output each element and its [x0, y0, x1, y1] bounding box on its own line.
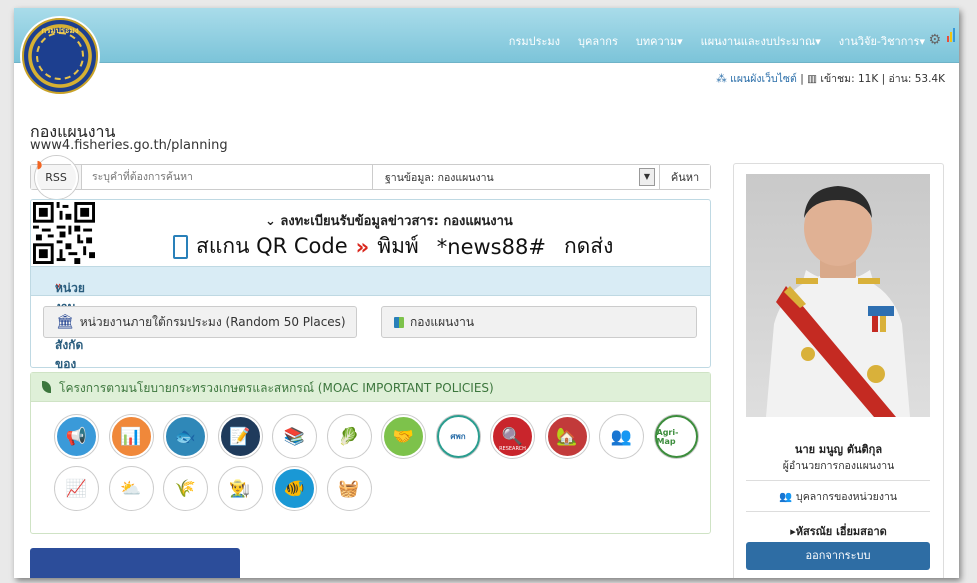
staff-link[interactable]: 👥 บุคลากรของหน่วยงาน [746, 480, 930, 512]
read-count: อ่าน: 53.4K [888, 73, 945, 85]
logo-text: กรมประมง [41, 26, 79, 35]
scan-text: สแกน QR Code [196, 234, 348, 258]
planning-unit-button[interactable]: กองแผนงาน [381, 306, 697, 338]
sitemap-link[interactable]: ⁂ แผนผังเว็บไซต์ [716, 73, 797, 85]
mobile-phone-icon [173, 234, 188, 259]
visit-count: เข้าชม: 11K [820, 73, 879, 85]
learning-center-icon[interactable]: 📚 [273, 415, 316, 458]
register-panel: ⌄ ลงทะเบียนรับข้อมูลข่าวสาร: กองแผนงาน ส… [30, 199, 711, 390]
department-logo[interactable]: กรมประมง [22, 18, 98, 94]
menu-item-articles[interactable]: บทความ▾ [636, 32, 683, 50]
produce-icon[interactable]: 🥬 [327, 415, 371, 458]
users-icon: 👥 [778, 490, 793, 503]
market-icon[interactable]: 🧺 [327, 467, 371, 510]
farmer-icon[interactable]: 👨‍🌾 [218, 467, 262, 510]
staff-label: บุคลากรของหน่วยงาน [796, 490, 898, 503]
director-name: นาย มนูญ ตันติกุล [794, 443, 883, 456]
menu-item-personnel[interactable]: บุคลากร [578, 32, 618, 50]
qr-code-icon [33, 202, 95, 264]
logout-button[interactable]: ออกจากระบบ [746, 542, 930, 570]
sms-code: *news88# [436, 234, 546, 259]
menu-label: บทความ [635, 35, 678, 48]
weather-icon[interactable]: ⛅ [109, 467, 153, 510]
director-card: นาย มนูญ ตันติกุล ผู้อำนวยการกองแผนงาน 👥… [733, 163, 944, 578]
register-heading-text: ลงทะเบียนรับข้อมูลข่าวสาร: กองแผนงาน [280, 214, 513, 229]
site-stats: ⁂ แผนผังเว็บไซต์ | ▥ เข้าชม: 11K | อ่าน:… [716, 70, 945, 87]
page-url: www4.fisheries.go.th/planning [30, 138, 228, 153]
dropdown-arrow-icon[interactable]: ▼ [639, 168, 655, 186]
sitemap-label: แผนผังเว็บไซต์ [730, 73, 797, 85]
print-text: พิมพ์ [377, 234, 419, 258]
fish-farm-icon[interactable]: 🐟 [164, 415, 207, 458]
growth-chart-icon[interactable]: 📊 [109, 415, 153, 458]
rss-button[interactable]: ◗ RSS [31, 155, 82, 199]
leaf-icon [42, 381, 51, 393]
register-heading: ⌄ ลงทะเบียนรับข้อมูลข่าวสาร: กองแผนงาน [265, 214, 513, 229]
handshake-icon[interactable]: 🤝 [382, 415, 425, 458]
menu-label: งานวิจัย-วิชาการ [838, 35, 920, 48]
policies-panel: โครงการตามนโยบายกระทรวงเกษตรและสหกรณ์ (M… [30, 372, 711, 534]
search-button[interactable]: ค้นหา [659, 165, 710, 189]
menu-label: แผนงานและงบประมาณ [700, 35, 816, 48]
planning-unit-label: กองแผนงาน [410, 314, 475, 329]
main-menu: กรมประมง บุคลากร บทความ▾ แผนงานและงบประม… [491, 32, 925, 50]
chevron-down-icon: ▾ [815, 35, 821, 48]
send-text: กดส่ง [563, 234, 614, 258]
research-label: RESEARCH [499, 446, 526, 452]
director-position: ผู้อำนวยการกองแผนงาน [782, 460, 895, 472]
field-icon[interactable]: 🌾 [164, 467, 207, 510]
cooperative-icon[interactable]: ศพก [436, 415, 480, 458]
rss-icon: ◗ [34, 155, 78, 199]
document-icon[interactable]: 📝 [218, 415, 262, 458]
search-input[interactable] [82, 165, 373, 189]
units-header: »หน่วยงานในสังกัดของเรา [31, 266, 710, 390]
top-navbar: กรมประมง บุคลากร บทความ▾ แผนงานและงบประม… [14, 8, 959, 63]
bottom-banner [30, 548, 240, 578]
qr-instructions: สแกน QR Code » พิมพ์ *news88# กดส่ง [173, 230, 613, 263]
double-chevron-right-icon: » [355, 234, 370, 259]
fish-icon[interactable]: 🐠 [273, 467, 316, 510]
database-value: ฐานข้อมูล: กองแผนงาน [385, 171, 494, 184]
megaphone-icon[interactable]: 📢 [55, 415, 98, 458]
farm-land-icon[interactable]: 🏡 [545, 415, 589, 458]
random-units-button[interactable]: 🏛 หน่วยงานภายใต้กรมประมง (Random 50 Plac… [43, 306, 357, 338]
bar-chart-icon[interactable] [947, 28, 957, 42]
chart-icon: ▥ [807, 73, 818, 85]
gear-icon[interactable]: ⚙ [928, 32, 941, 48]
logged-in-user: ▸หัสรณัย เอี่ยมสอาด [790, 525, 887, 538]
database-select[interactable]: ฐานข้อมูล: กองแผนงาน ▼ [373, 165, 659, 189]
policies-header: โครงการตามนโยบายกระทรวงเกษตรและสหกรณ์ (M… [31, 373, 710, 402]
presentation-icon[interactable]: 📈 [55, 467, 98, 510]
separator: | [881, 73, 886, 85]
separator: | [800, 73, 804, 85]
search-bar: ◗RSS ฐานข้อมูล: กองแผนงาน ▼ ค้นหา [30, 155, 711, 199]
chevron-down-icon: ▾ [919, 35, 925, 48]
book-icon [394, 316, 404, 328]
research-icon[interactable]: 🔍 RESEARCH [491, 415, 534, 458]
logo-emblem [36, 32, 84, 80]
random-units-label: หน่วยงานภายใต้กรมประมง (Random 50 Places… [79, 314, 346, 329]
policies-heading: โครงการตามนโยบายกระทรวงเกษตรและสหกรณ์ (M… [59, 381, 494, 395]
agri-map-icon[interactable]: Agri-Map [654, 415, 698, 458]
menu-item-research[interactable]: งานวิจัย-วิชาการ▾ [839, 32, 925, 50]
menu-item-plans-budget[interactable]: แผนงานและงบประมาณ▾ [701, 32, 821, 50]
director-photo [746, 174, 930, 417]
institution-icon: 🏛 [56, 314, 74, 330]
portrait-image [766, 186, 910, 417]
menu-item-department[interactable]: กรมประมง [509, 32, 560, 50]
chevron-down-icon: ▾ [677, 35, 683, 48]
farmers-icon[interactable]: 👥 [600, 415, 643, 458]
browser-page: กรมประมง บุคลากร บทความ▾ แผนงานและงบประม… [14, 8, 959, 578]
